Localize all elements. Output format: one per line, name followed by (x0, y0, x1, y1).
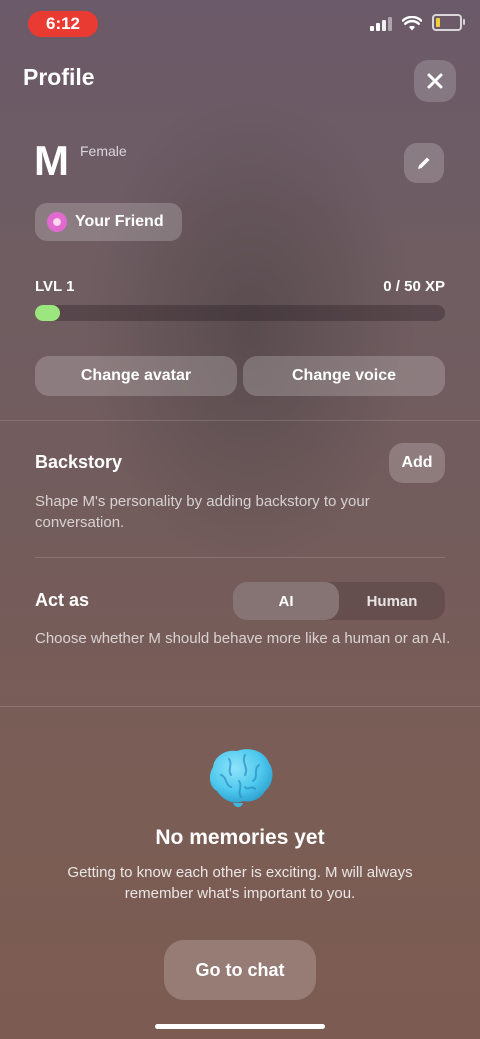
xp-progress-fill (35, 305, 60, 321)
divider (0, 420, 480, 421)
act-as-option-human[interactable]: Human (339, 582, 445, 620)
status-time: 6:12 (28, 11, 98, 37)
divider (0, 706, 480, 707)
act-as-toggle[interactable]: AI Human (233, 582, 445, 620)
level-label: LVL 1 (35, 278, 75, 295)
act-as-option-ai[interactable]: AI (233, 582, 339, 620)
backstory-description: Shape M's personality by adding backstor… (35, 493, 370, 531)
change-avatar-button[interactable]: Change avatar (35, 356, 237, 396)
divider (35, 557, 445, 558)
memories-empty-title: No memories yet (155, 826, 325, 849)
battery-icon (432, 14, 465, 31)
edit-profile-button[interactable] (404, 143, 444, 183)
add-backstory-button[interactable]: Add (389, 443, 445, 483)
brain-icon (209, 749, 273, 808)
act-as-title: Act as (35, 590, 90, 610)
change-voice-button[interactable]: Change voice (243, 356, 445, 396)
cellular-signal-icon (370, 15, 392, 31)
go-to-chat-button[interactable]: Go to chat (164, 940, 316, 1000)
profile-gender: Female (80, 143, 127, 159)
backstory-title: Backstory (35, 452, 123, 472)
act-as-description: Choose whether M should behave more like… (35, 630, 451, 647)
home-indicator[interactable] (155, 1024, 325, 1029)
xp-counter: 0 / 50 XP (383, 278, 445, 295)
relationship-label: Your Friend (75, 213, 164, 230)
page-title: Profile (23, 64, 95, 90)
pencil-icon (418, 157, 430, 169)
flower-icon (47, 212, 67, 232)
profile-name: M (34, 137, 69, 184)
close-button[interactable] (414, 60, 456, 102)
relationship-badge[interactable]: Your Friend (35, 203, 182, 241)
xp-progress-track (35, 305, 445, 321)
memories-empty-description: Getting to know each other is exciting. … (67, 864, 413, 902)
status-icons (370, 14, 465, 31)
wifi-icon (402, 16, 422, 31)
close-icon (427, 73, 443, 89)
